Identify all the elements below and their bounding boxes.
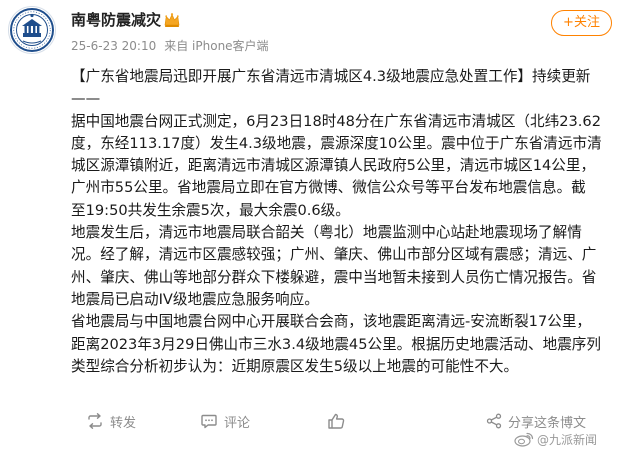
repost-label: 转发	[110, 415, 137, 431]
post-paragraph: 地震发生后，清远市地震局联合韶关（粤北）地震监测中心站赴地震现场了解情 况。经了…	[71, 224, 597, 308]
post-content: 【广东省地震局迅即开展广东省清远市清城区4.3级地震应急处置工作】持续更新 ——…	[71, 66, 611, 378]
weibo-post: 南粤防震减灾 25-6-23 20:10 来自 iPhone客户端 +关注 【广东…	[0, 0, 626, 453]
comment-icon	[201, 414, 217, 429]
follow-button[interactable]: +关注	[551, 10, 612, 36]
thumbs-up-icon	[328, 413, 345, 429]
post-meta: 25-6-23 20:10 来自 iPhone客户端	[71, 38, 269, 54]
account-name[interactable]: 南粤防震减灾	[71, 9, 161, 31]
earthquake-seal-icon	[10, 8, 54, 52]
post-timestamp[interactable]: 25-6-23 20:10	[71, 39, 156, 53]
post-header: 南粤防震减灾 25-6-23 20:10 来自 iPhone客户端 +关注	[0, 0, 626, 62]
post-paragraph: 据中国地震台网正式测定，6月23日18时48分在广东省清远市清城区（北纬23.6…	[71, 112, 602, 219]
watermark-text: @九派新闻	[537, 432, 598, 447]
post-paragraph: 【广东省地震局迅即开展广东省清远市清城区4.3级地震应急处置工作】持续更新 ——	[71, 68, 591, 108]
repost-icon	[88, 413, 102, 429]
comment-button[interactable]: 评论	[200, 406, 250, 436]
post-source: 来自 iPhone客户端	[164, 39, 269, 53]
verified-crown-icon	[164, 13, 180, 27]
comment-label: 评论	[224, 415, 251, 431]
post-paragraph: 省地震局与中国地震台网中心开展联合会商，该地震距离清远-安流断裂17公里， 距离…	[71, 313, 601, 375]
watermark: @九派新闻	[514, 428, 597, 450]
like-button[interactable]	[327, 406, 352, 436]
weibo-logo-icon	[514, 432, 534, 447]
repost-button[interactable]: 转发	[86, 406, 136, 436]
share-icon	[486, 413, 502, 429]
avatar[interactable]	[8, 6, 56, 54]
